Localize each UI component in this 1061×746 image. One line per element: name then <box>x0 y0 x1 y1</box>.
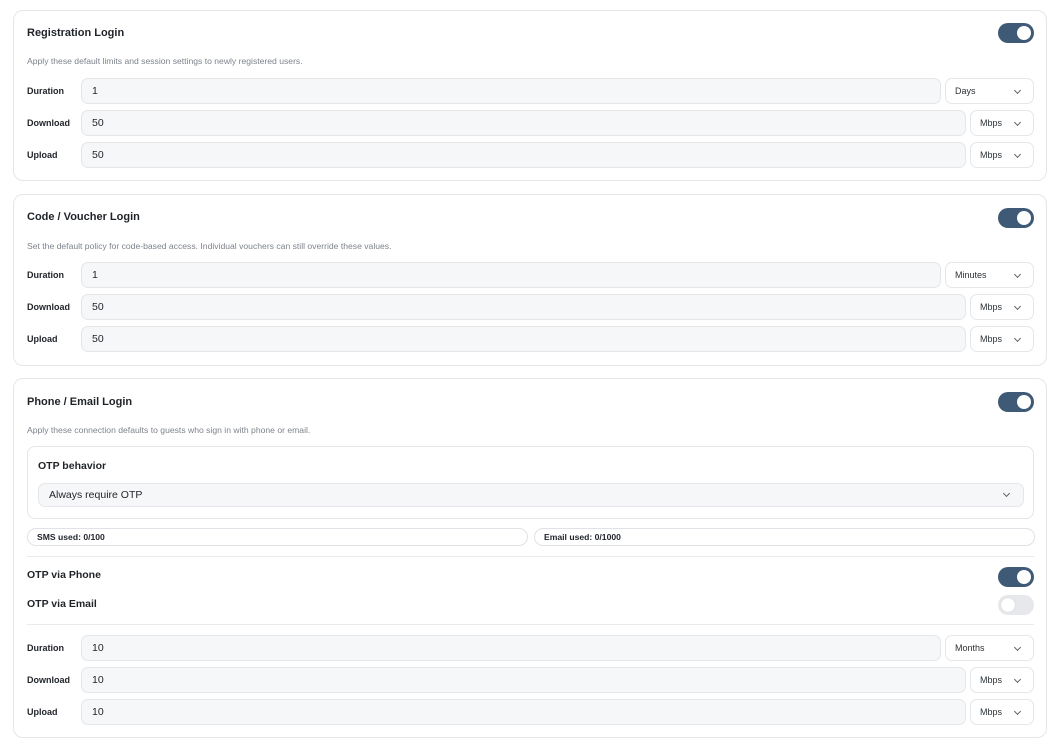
voucher-login-description: Set the default policy for code-based ac… <box>27 241 392 251</box>
chevron-down-icon <box>1013 334 1022 343</box>
download-unit-select[interactable]: Mbps <box>970 110 1034 136</box>
download-unit-value: Mbps <box>980 675 1003 685</box>
voucher-login-card: Code / Voucher Login Set the default pol… <box>13 194 1047 366</box>
phone-email-login-card: Phone / Email Login Apply these connecti… <box>13 378 1047 738</box>
toggle-knob <box>1017 211 1031 225</box>
chevron-down-icon <box>1013 707 1022 716</box>
toggle-knob <box>1017 570 1031 584</box>
duration-unit-select[interactable]: Days <box>945 78 1034 104</box>
chevron-down-icon <box>1013 86 1022 95</box>
otp-behavior-panel: OTP behavior Always require OTP <box>27 446 1034 519</box>
chevron-down-icon <box>1013 270 1022 279</box>
upload-unit-select[interactable]: Mbps <box>970 142 1034 168</box>
duration-label: Duration <box>27 643 64 653</box>
duration-unit-select[interactable]: Minutes <box>945 262 1034 288</box>
download-unit-select[interactable]: Mbps <box>970 294 1034 320</box>
chevron-down-icon <box>1013 118 1022 127</box>
download-unit-value: Mbps <box>980 302 1003 312</box>
sms-usage-badge: SMS used: 0/100 <box>27 528 528 546</box>
toggle-knob <box>1001 598 1015 612</box>
duration-unit-value: Months <box>955 643 985 653</box>
download-label: Download <box>27 118 70 128</box>
otp-via-phone-toggle[interactable] <box>998 567 1034 587</box>
duration-label: Duration <box>27 86 64 96</box>
toggle-knob <box>1017 395 1031 409</box>
duration-unit-value: Minutes <box>955 270 987 280</box>
upload-unit-value: Mbps <box>980 334 1003 344</box>
upload-label: Upload <box>27 707 58 717</box>
download-unit-value: Mbps <box>980 118 1003 128</box>
otp-behavior-value: Always require OTP <box>49 489 143 501</box>
upload-unit-value: Mbps <box>980 707 1003 717</box>
upload-input[interactable]: 50 <box>81 326 966 352</box>
chevron-down-icon <box>1013 150 1022 159</box>
download-input[interactable]: 50 <box>81 294 966 320</box>
duration-unit-select[interactable]: Months <box>945 635 1034 661</box>
duration-input[interactable]: 1 <box>81 78 941 104</box>
download-label: Download <box>27 302 70 312</box>
voucher-login-title: Code / Voucher Login <box>27 211 140 223</box>
phone-email-login-title: Phone / Email Login <box>27 396 133 408</box>
upload-label: Upload <box>27 150 58 160</box>
registration-login-description: Apply these default limits and session s… <box>27 56 303 66</box>
chevron-down-icon <box>1013 643 1022 652</box>
download-input[interactable]: 50 <box>81 110 966 136</box>
registration-login-toggle[interactable] <box>998 23 1034 43</box>
otp-via-email-toggle[interactable] <box>998 595 1034 615</box>
divider <box>27 556 1034 557</box>
upload-input[interactable]: 50 <box>81 142 966 168</box>
download-unit-select[interactable]: Mbps <box>970 667 1034 693</box>
chevron-down-icon <box>1013 302 1022 311</box>
duration-label: Duration <box>27 270 64 280</box>
phone-email-login-description: Apply these connection defaults to guest… <box>27 425 311 435</box>
duration-input[interactable]: 10 <box>81 635 941 661</box>
registration-login-card: Registration Login Apply these default l… <box>13 10 1047 181</box>
download-label: Download <box>27 675 70 685</box>
upload-unit-select[interactable]: Mbps <box>970 699 1034 725</box>
registration-login-title: Registration Login <box>27 27 125 39</box>
upload-unit-value: Mbps <box>980 150 1003 160</box>
voucher-login-toggle[interactable] <box>998 208 1034 228</box>
duration-input[interactable]: 1 <box>81 262 941 288</box>
upload-unit-select[interactable]: Mbps <box>970 326 1034 352</box>
download-input[interactable]: 10 <box>81 667 966 693</box>
otp-via-email-label: OTP via Email <box>27 598 97 610</box>
upload-input[interactable]: 10 <box>81 699 966 725</box>
otp-behavior-select[interactable]: Always require OTP <box>38 483 1024 507</box>
phone-email-login-toggle[interactable] <box>998 392 1034 412</box>
chevron-down-icon <box>1013 675 1022 684</box>
otp-via-phone-label: OTP via Phone <box>27 569 101 581</box>
chevron-down-icon <box>1002 489 1011 498</box>
duration-unit-value: Days <box>955 86 976 96</box>
upload-label: Upload <box>27 334 58 344</box>
divider <box>27 624 1034 625</box>
otp-behavior-title: OTP behavior <box>38 460 107 472</box>
toggle-knob <box>1017 26 1031 40</box>
email-usage-badge: Email used: 0/1000 <box>534 528 1035 546</box>
